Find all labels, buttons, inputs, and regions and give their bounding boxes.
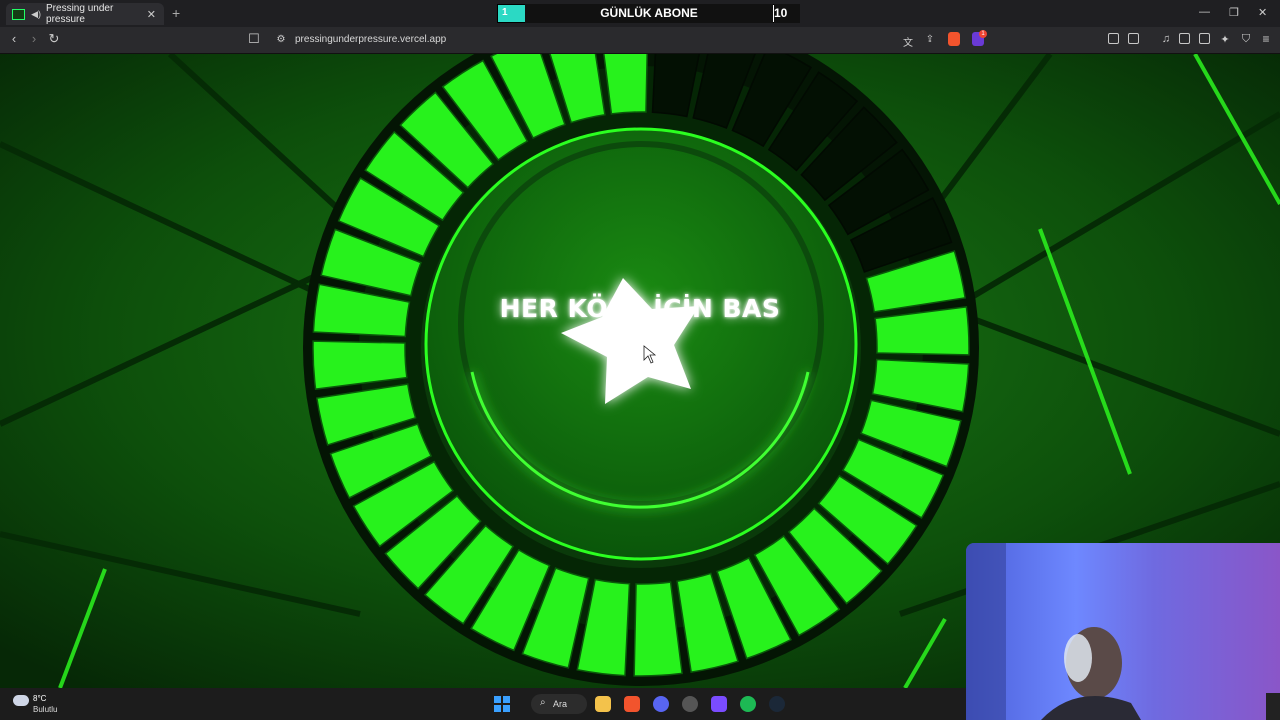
minimize-icon[interactable]: — [1199, 6, 1210, 18]
streamer-silhouette [966, 543, 1280, 720]
brave-shields-icon[interactable] [948, 32, 960, 46]
reload-icon[interactable]: ↻ [46, 31, 62, 47]
brave-browser-icon[interactable] [624, 696, 640, 712]
browser-tab[interactable]: ◀) Pressing under pressure ✕ [6, 3, 164, 25]
subscriber-goal-target: 10 [774, 4, 800, 23]
extensions-icon[interactable] [1108, 33, 1119, 44]
obs-icon[interactable] [711, 696, 727, 712]
screenshot-icon[interactable] [1128, 33, 1139, 44]
discord-icon[interactable] [653, 696, 669, 712]
forward-icon[interactable]: › [26, 31, 42, 46]
site-favicon-icon [12, 8, 26, 20]
wallet-icon[interactable] [1199, 33, 1210, 44]
close-window-icon[interactable]: ✕ [1258, 6, 1267, 19]
share-icon[interactable]: ⇪ [922, 34, 938, 45]
url-text: pressingunderpressure.vercel.app [295, 34, 447, 45]
speaker-icon[interactable]: ◀) [31, 9, 41, 20]
restore-icon[interactable]: ❐ [1229, 6, 1239, 19]
subscriber-goal-label: GÜNLÜK ABONE [525, 4, 773, 23]
taskbar-search-label: Ara [553, 699, 568, 709]
new-tab-icon[interactable]: + [172, 5, 180, 21]
site-settings-icon[interactable]: ⚙ [273, 34, 289, 45]
notification-badge: 1 [979, 30, 987, 38]
taskbar [0, 688, 966, 720]
translate-icon[interactable]: 文 [900, 34, 916, 49]
weather-cloud-icon[interactable] [13, 695, 29, 706]
search-icon: ⌕ [540, 697, 546, 708]
steam-icon[interactable] [769, 696, 785, 712]
music-icon[interactable]: ♫ [1158, 33, 1174, 45]
sidebar-icon[interactable] [1179, 33, 1190, 44]
weather-temperature[interactable]: 8°C [33, 694, 46, 703]
ai-assistant-icon[interactable]: ✦ [1217, 33, 1233, 46]
app-icon[interactable] [682, 696, 698, 712]
webcam-feed [966, 543, 1280, 720]
game-prompt: HER KÖŞE İÇİN BAS [499, 294, 781, 323]
bookmark-icon[interactable]: ☐ [246, 31, 262, 47]
vpn-shield-icon[interactable]: ⛉ [1238, 33, 1254, 46]
menu-icon[interactable]: ≡ [1258, 32, 1274, 46]
start-windows-icon[interactable] [494, 696, 510, 712]
tab-title: Pressing under pressure [46, 3, 114, 25]
file-explorer-icon[interactable] [595, 696, 611, 712]
subscriber-current-count: 1 [502, 7, 508, 18]
spotify-icon[interactable] [740, 696, 756, 712]
weather-description[interactable]: Bulutlu [33, 705, 57, 714]
close-tab-icon[interactable]: ✕ [147, 8, 156, 21]
back-icon[interactable]: ‹ [6, 31, 22, 46]
